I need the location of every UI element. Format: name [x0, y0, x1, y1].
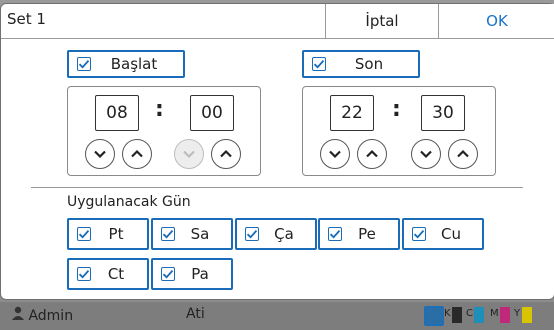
ink-label-k: K — [444, 308, 451, 319]
dialog-title: Set 1 — [7, 10, 46, 28]
ink-label-y: Y — [514, 308, 521, 319]
user-icon — [12, 306, 24, 320]
chevron-up-icon — [220, 149, 232, 158]
end-time-panel: 22 : 30 — [302, 86, 496, 176]
checkbox-icon — [328, 227, 342, 241]
background-user: Admin — [12, 306, 73, 324]
chevron-down-icon — [94, 150, 106, 159]
checkbox-icon — [412, 227, 426, 241]
chevron-up-icon — [366, 149, 378, 158]
ok-button[interactable]: OK — [438, 4, 554, 38]
time-separator: : — [392, 97, 401, 122]
background-label: Ati — [186, 306, 205, 322]
day-checkbox-sa[interactable]: Sa — [151, 218, 233, 250]
start-hour-up-button[interactable] — [122, 139, 152, 169]
day-label: Pa — [191, 265, 209, 283]
day-label: Pt — [108, 225, 124, 243]
schedule-dialog: Set 1 İptal OK Başlat Son 08 : 00 22: 3… — [0, 3, 554, 300]
end-hour-up-button[interactable] — [357, 139, 387, 169]
end-hour-field[interactable]: 22 — [330, 95, 374, 131]
start-minute-up-button[interactable] — [211, 139, 241, 169]
end-minute-down-button[interactable] — [411, 139, 441, 169]
background-user-name: Admin — [28, 308, 74, 324]
ink-label-c: C — [466, 308, 473, 319]
ink-bar-m — [500, 307, 510, 323]
day-checkbox-pa[interactable]: Pa — [151, 258, 233, 290]
end-checkbox-button[interactable]: Son — [302, 50, 420, 78]
day-label: Ct — [107, 265, 125, 283]
day-label: Cu — [441, 225, 461, 243]
day-label: Sa — [190, 225, 210, 243]
time-separator: : — [155, 97, 164, 122]
checkbox-icon — [161, 267, 175, 281]
background-toggle-icon — [424, 306, 444, 326]
day-label: Pe — [358, 225, 376, 243]
end-minute-field[interactable]: 30 — [421, 95, 465, 131]
chevron-down-icon — [420, 150, 432, 159]
start-hour-down-button[interactable] — [85, 139, 115, 169]
checkbox-icon — [312, 57, 326, 71]
chevron-down-icon — [329, 150, 341, 159]
dialog-titlebar: Set 1 İptal OK — [1, 4, 554, 39]
end-hour-down-button[interactable] — [320, 139, 350, 169]
day-checkbox-ca[interactable]: Ça — [235, 218, 317, 250]
day-checkbox-pe[interactable]: Pe — [318, 218, 400, 250]
checkbox-icon — [77, 57, 91, 71]
ink-bar-k — [452, 307, 462, 323]
start-time-panel: 08 : 00 — [67, 86, 261, 176]
checkbox-icon — [245, 227, 259, 241]
checkbox-icon — [161, 227, 175, 241]
day-checkbox-cu[interactable]: Cu — [402, 218, 484, 250]
chevron-up-icon — [457, 149, 469, 158]
days-section-label: Uygulanacak Gün — [67, 194, 191, 210]
ink-bar-c — [474, 307, 484, 323]
section-divider — [31, 187, 523, 188]
chevron-up-icon — [131, 149, 143, 158]
day-checkbox-pt[interactable]: Pt — [67, 218, 149, 250]
cancel-button[interactable]: İptal — [325, 4, 438, 38]
end-minute-up-button[interactable] — [448, 139, 478, 169]
start-label: Başlat — [110, 55, 158, 73]
start-minute-field[interactable]: 00 — [190, 95, 234, 131]
checkbox-icon — [77, 227, 91, 241]
ink-label-m: M — [490, 308, 499, 319]
ink-bar-y — [522, 307, 532, 323]
chevron-down-icon — [183, 150, 195, 159]
start-hour-field[interactable]: 08 — [95, 95, 139, 131]
day-checkbox-ct[interactable]: Ct — [67, 258, 149, 290]
end-label: Son — [354, 55, 384, 73]
day-label: Ça — [274, 225, 294, 243]
start-minute-down-button[interactable] — [174, 139, 204, 169]
checkbox-icon — [77, 267, 91, 281]
start-checkbox-button[interactable]: Başlat — [67, 50, 185, 78]
